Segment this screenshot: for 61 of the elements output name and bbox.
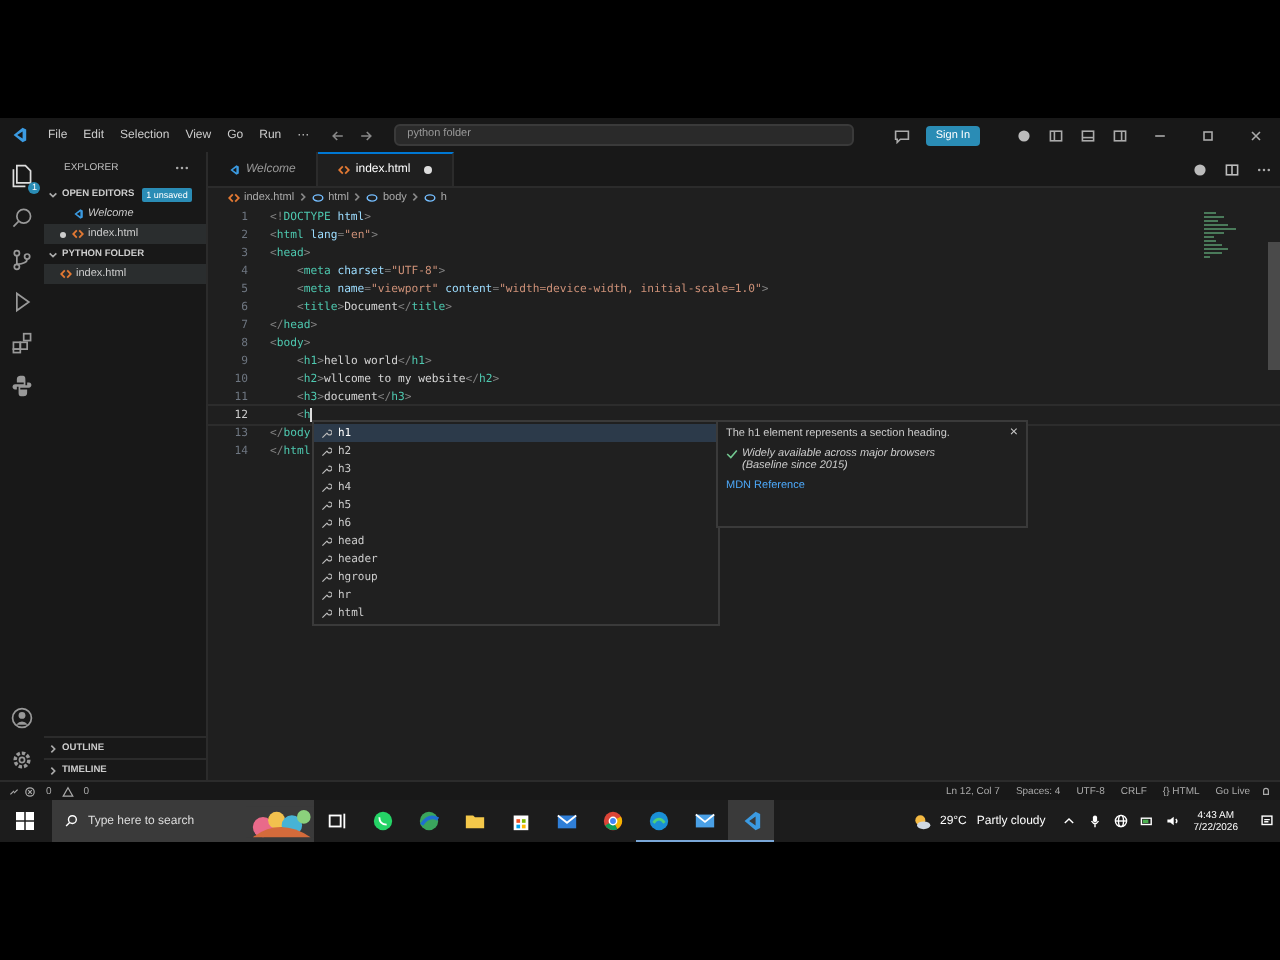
python-icon[interactable] bbox=[10, 374, 34, 398]
split-icon[interactable] bbox=[1112, 127, 1128, 143]
windows-start-icon[interactable] bbox=[16, 812, 34, 830]
check-icon bbox=[726, 448, 738, 460]
battery-icon[interactable] bbox=[1139, 814, 1154, 828]
wrench-icon bbox=[320, 571, 332, 583]
vscode-icon bbox=[72, 208, 84, 220]
run-debug-icon[interactable] bbox=[10, 290, 34, 314]
back-arrow-icon[interactable] bbox=[329, 127, 346, 143]
wrench-icon bbox=[320, 427, 332, 439]
chevron-up-icon[interactable] bbox=[1061, 814, 1076, 828]
wrench-icon bbox=[320, 607, 332, 619]
search-icon[interactable] bbox=[10, 206, 34, 230]
minimap[interactable] bbox=[1204, 212, 1236, 258]
code-icon bbox=[337, 164, 350, 176]
more-icon[interactable] bbox=[174, 164, 190, 172]
chevron-icon bbox=[410, 192, 421, 202]
forward-arrow-icon[interactable] bbox=[357, 127, 374, 143]
error-icon[interactable] bbox=[24, 785, 36, 797]
chevron-icon bbox=[48, 743, 58, 753]
warning-icon[interactable] bbox=[61, 785, 74, 797]
wrench-icon bbox=[320, 445, 332, 457]
weather-icon[interactable] bbox=[911, 811, 932, 831]
close-icon[interactable] bbox=[1248, 127, 1264, 143]
wrench-icon bbox=[320, 517, 332, 529]
settings-icon[interactable] bbox=[10, 748, 34, 772]
scrollbar[interactable] bbox=[1268, 242, 1280, 370]
more-icon[interactable] bbox=[1256, 165, 1272, 173]
restore-icon[interactable] bbox=[1200, 127, 1216, 143]
chevron-icon bbox=[48, 189, 58, 199]
code-icon bbox=[72, 228, 84, 240]
search-icon bbox=[64, 814, 78, 828]
chevron-icon bbox=[298, 192, 309, 202]
wrench-icon bbox=[320, 499, 332, 511]
chevron-icon bbox=[48, 765, 58, 775]
panel-icon[interactable] bbox=[1080, 127, 1096, 143]
element-icon bbox=[366, 191, 379, 203]
chat-icon[interactable] bbox=[893, 127, 910, 143]
wrench-icon bbox=[320, 463, 332, 475]
microphone-icon[interactable] bbox=[1087, 814, 1102, 828]
extensions-icon[interactable] bbox=[10, 332, 34, 356]
vscode-logo-icon bbox=[10, 126, 28, 144]
vscode-icon bbox=[228, 163, 240, 175]
chevron-icon bbox=[352, 192, 363, 202]
notifications-icon[interactable] bbox=[1260, 814, 1274, 828]
wrench-icon bbox=[320, 481, 332, 493]
layout-icon[interactable] bbox=[1048, 127, 1064, 143]
element-icon bbox=[424, 191, 437, 203]
chevron-icon bbox=[48, 249, 58, 259]
element-icon bbox=[312, 191, 325, 203]
code-icon bbox=[60, 268, 72, 280]
code-icon bbox=[228, 191, 240, 203]
wrench-icon bbox=[320, 535, 332, 547]
wrench-icon bbox=[320, 553, 332, 565]
wrench-icon bbox=[320, 589, 332, 601]
vscode-icon[interactable] bbox=[728, 800, 774, 842]
speaker-icon[interactable] bbox=[1165, 814, 1180, 828]
split-editor-icon[interactable] bbox=[1224, 161, 1240, 177]
files-icon[interactable] bbox=[10, 164, 34, 188]
account-icon[interactable] bbox=[10, 706, 34, 730]
source-control-icon[interactable] bbox=[10, 248, 34, 272]
